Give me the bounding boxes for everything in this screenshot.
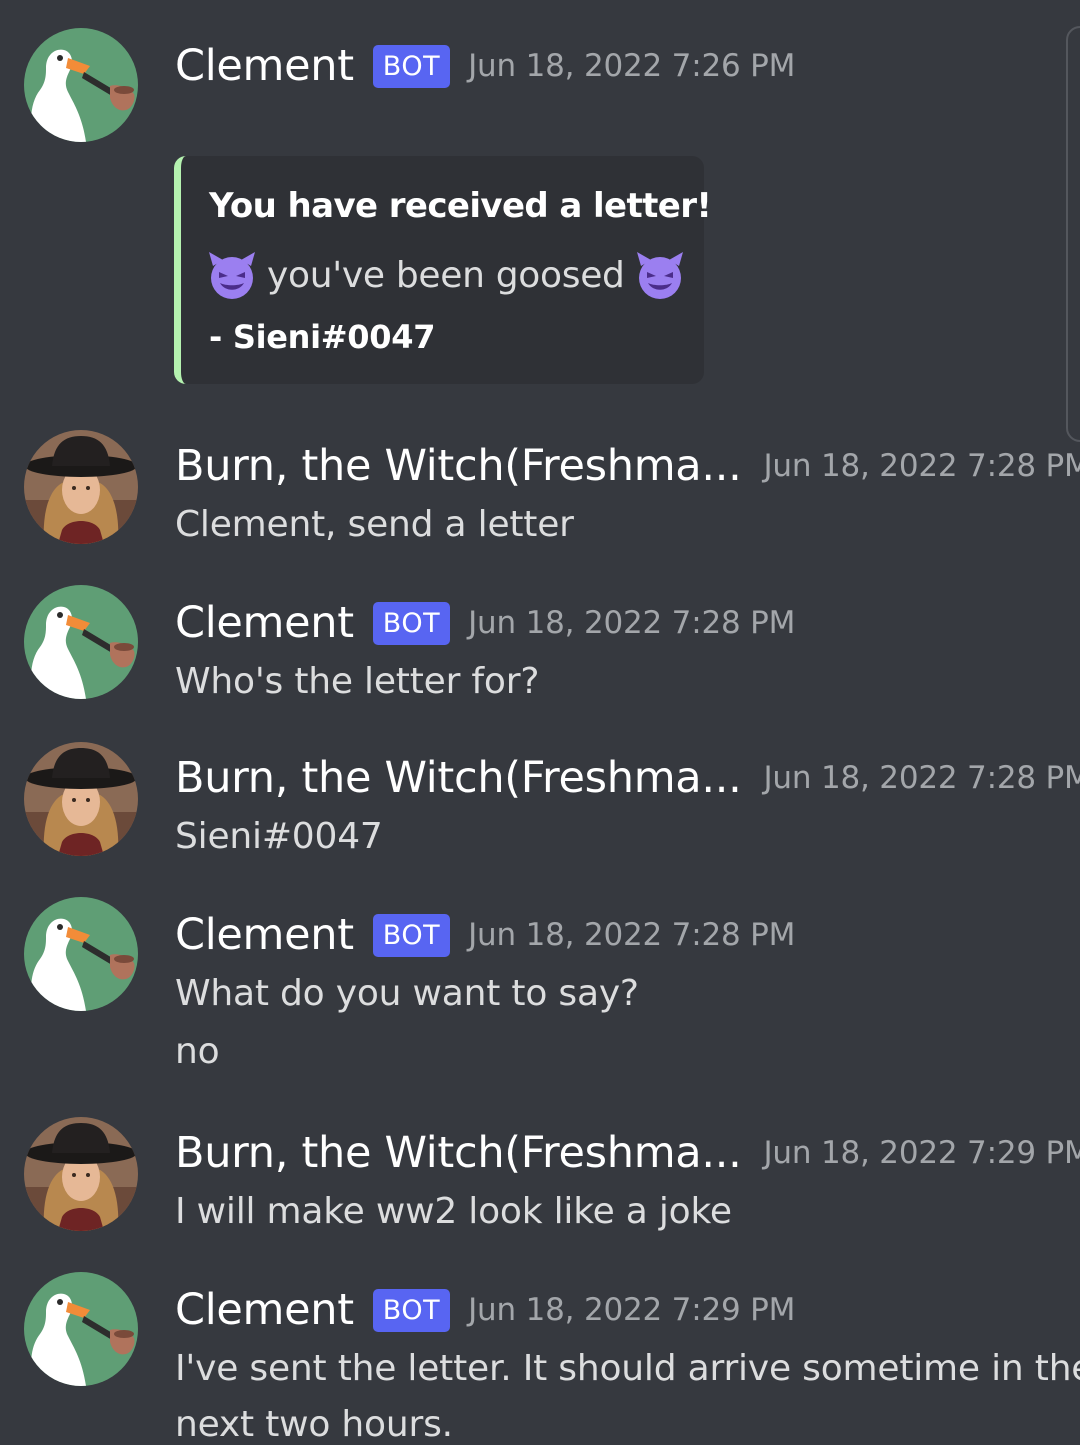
username[interactable]: Burn, the Witch(Freshma... (175, 753, 742, 803)
bot-avatar[interactable] (24, 585, 138, 699)
message-header: Clement BOT Jun 18, 2022 7:28 PM (175, 593, 795, 653)
timestamp: Jun 18, 2022 7:28 PM (468, 917, 796, 953)
timestamp: Jun 18, 2022 7:29 PM (763, 1135, 1080, 1171)
scrollbar[interactable] (1066, 26, 1080, 442)
username[interactable]: Burn, the Witch(Freshma... (175, 441, 742, 491)
message-header: Clement BOT Jun 18, 2022 7:26 PM (175, 36, 795, 96)
message-text: I will make ww2 look like a joke (175, 1191, 732, 1232)
user-avatar[interactable] (24, 742, 138, 856)
goose-avatar-icon (24, 585, 138, 699)
message-text: Sieni#0047 (175, 816, 383, 857)
witch-avatar-icon (24, 742, 138, 856)
smiling-imp-icon (635, 250, 685, 300)
username[interactable]: Clement (175, 1285, 354, 1335)
letter-embed: You have received a letter! you've been … (174, 156, 712, 384)
message-header: Clement BOT Jun 18, 2022 7:28 PM (175, 905, 795, 965)
goose-avatar-icon (24, 28, 138, 142)
message-header: Clement BOT Jun 18, 2022 7:29 PM (175, 1280, 795, 1340)
username[interactable]: Clement (175, 910, 354, 960)
message-text: Clement, send a letter (175, 504, 574, 545)
embed-body-text: you've been goosed (267, 254, 625, 296)
timestamp: Jun 18, 2022 7:29 PM (468, 1292, 796, 1328)
embed-signature: - Sieni#0047 (209, 318, 436, 356)
timestamp: Jun 18, 2022 7:28 PM (763, 760, 1080, 796)
bot-tag: BOT (372, 913, 451, 957)
user-avatar[interactable] (24, 1117, 138, 1231)
message-text: Who's the letter for? (175, 661, 540, 702)
witch-avatar-icon (24, 430, 138, 544)
bot-tag: BOT (372, 601, 451, 645)
embed-body: you've been goosed (207, 248, 685, 302)
bot-tag: BOT (372, 1288, 451, 1332)
witch-avatar-icon (24, 1117, 138, 1231)
bot-avatar[interactable] (24, 1272, 138, 1386)
bot-avatar[interactable] (24, 28, 138, 142)
timestamp: Jun 18, 2022 7:28 PM (468, 605, 796, 641)
chat-area: Clement BOT Jun 18, 2022 7:26 PM You hav… (0, 0, 1080, 1445)
message-header: Burn, the Witch(Freshma... Jun 18, 2022 … (175, 748, 1080, 808)
message-header: Burn, the Witch(Freshma... Jun 18, 2022 … (175, 436, 1080, 496)
bot-tag: BOT (372, 44, 451, 88)
timestamp: Jun 18, 2022 7:28 PM (763, 448, 1080, 484)
message-header: Burn, the Witch(Freshma... Jun 18, 2022 … (175, 1123, 1080, 1183)
username[interactable]: Burn, the Witch(Freshma... (175, 1128, 742, 1178)
message-text: I've sent the letter. It should arrive s… (175, 1348, 1080, 1389)
bot-avatar[interactable] (24, 897, 138, 1011)
goose-avatar-icon (24, 897, 138, 1011)
timestamp: Jun 18, 2022 7:26 PM (468, 48, 796, 84)
message-text: no (175, 1031, 220, 1072)
username[interactable]: Clement (175, 598, 354, 648)
message-text: What do you want to say? (175, 973, 639, 1014)
message-text: next two hours. (175, 1404, 453, 1445)
username[interactable]: Clement (175, 41, 354, 91)
smiling-imp-icon (207, 250, 257, 300)
embed-title: You have received a letter! (209, 186, 712, 226)
user-avatar[interactable] (24, 430, 138, 544)
goose-avatar-icon (24, 1272, 138, 1386)
